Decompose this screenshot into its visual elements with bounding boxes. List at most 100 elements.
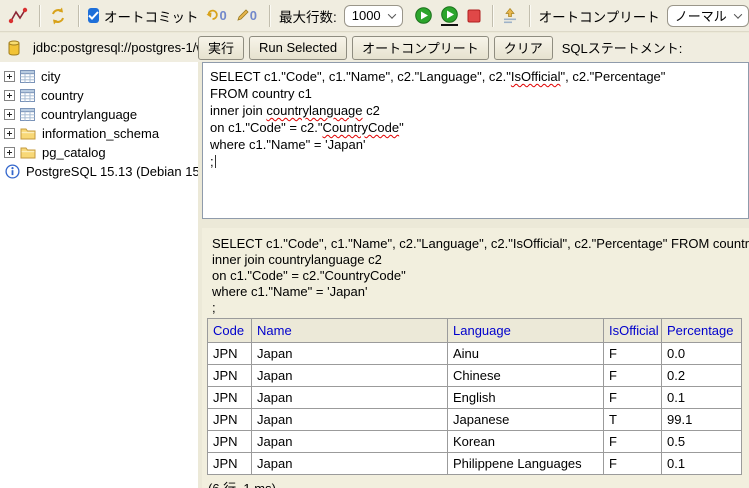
table-cell[interactable]: JPN: [208, 365, 252, 387]
table-cell[interactable]: JPN: [208, 387, 252, 409]
autocomplete-button[interactable]: オートコンプリート: [352, 36, 489, 60]
tree-item-label: PostgreSQL 15.13 (Debian 15.13: [26, 164, 198, 179]
table-cell[interactable]: Japan: [252, 387, 448, 409]
editor-line: where c1."Name" = 'Japan': [210, 136, 741, 153]
tree-item-postgresql-15-13-debian-15-13[interactable]: PostgreSQL 15.13 (Debian 15.13: [4, 162, 198, 181]
table-cell[interactable]: Korean: [448, 431, 604, 453]
table-cell[interactable]: JPN: [208, 409, 252, 431]
table-cell[interactable]: Japan: [252, 409, 448, 431]
reconnect-icon[interactable]: [49, 7, 67, 25]
autocomplete-label: オートコンプリート: [539, 6, 660, 26]
sql-editor[interactable]: SELECT c1."Code", c1."Name", c2."Languag…: [202, 62, 749, 219]
expand-icon[interactable]: [4, 71, 15, 82]
table-cell[interactable]: 0.5: [662, 431, 742, 453]
expand-icon[interactable]: [4, 109, 15, 120]
execute-selected-icon[interactable]: [441, 6, 458, 26]
table-row: JPNJapanPhilippene LanguagesF0.1: [208, 453, 742, 475]
expand-icon[interactable]: [4, 90, 15, 101]
table-cell[interactable]: 0.2: [662, 365, 742, 387]
table-cell[interactable]: JPN: [208, 453, 252, 475]
table-cell[interactable]: JPN: [208, 431, 252, 453]
expand-icon[interactable]: [4, 128, 15, 139]
undo-count-badge: 0: [220, 8, 227, 23]
table-cell[interactable]: Chinese: [448, 365, 604, 387]
right-panel: SELECT c1."Code", c1."Name", c2."Languag…: [202, 62, 749, 488]
column-header-code[interactable]: Code: [208, 319, 252, 343]
tree-item-label: information_schema: [42, 126, 159, 141]
toolbar-separator: [492, 5, 494, 27]
table-cell[interactable]: Ainu: [448, 343, 604, 365]
table-cell[interactable]: JPN: [208, 343, 252, 365]
execute-icon[interactable]: [415, 7, 432, 24]
clear-button[interactable]: クリア: [494, 36, 553, 60]
result-echo: SELECT c1."Code", c1."Name", c2."Languag…: [202, 228, 749, 316]
table-cell[interactable]: 0.0: [662, 343, 742, 365]
table-row: JPNJapanChineseF0.2: [208, 365, 742, 387]
table-cell[interactable]: F: [604, 343, 662, 365]
table-cell[interactable]: English: [448, 387, 604, 409]
column-header-name[interactable]: Name: [252, 319, 448, 343]
table-cell[interactable]: 99.1: [662, 409, 742, 431]
table-cell[interactable]: 0.1: [662, 453, 742, 475]
table-cell[interactable]: Japan: [252, 453, 448, 475]
echo-line: inner join countrylanguage c2: [212, 252, 749, 268]
table-row: JPNJapanKoreanF0.5: [208, 431, 742, 453]
connection-url-wrap: jdbc:postgresql://postgres-1/worl: [8, 40, 198, 56]
table-cell[interactable]: 0.1: [662, 387, 742, 409]
tree-item-city[interactable]: city: [4, 67, 198, 86]
tree-item-label: city: [41, 69, 61, 84]
db-tree: city countrycountrylanguage information_sc…: [0, 62, 198, 488]
echo-line: where c1."Name" = 'Japan': [212, 284, 749, 300]
info-icon: [5, 164, 20, 179]
chevron-down-icon: [387, 10, 395, 18]
result-header-row: CodeNameLanguageIsOfficialPercentage: [208, 319, 742, 343]
folder-icon: [20, 146, 36, 159]
connection-icon[interactable]: [8, 7, 28, 25]
tree-item-countrylanguage[interactable]: countrylanguage: [4, 105, 198, 124]
pending-edits-icon[interactable]: 0: [237, 8, 257, 23]
column-header-language[interactable]: Language: [448, 319, 604, 343]
main-toolbar: オートコミット 0 0 最大行数: 1000 オートコンプリート: [0, 0, 749, 32]
table-cell[interactable]: F: [604, 365, 662, 387]
autocommit-checkbox[interactable]: [88, 8, 99, 23]
table-cell[interactable]: F: [604, 453, 662, 475]
table-cell[interactable]: T: [604, 409, 662, 431]
table-cell[interactable]: Japan: [252, 343, 448, 365]
execute-button[interactable]: 実行: [198, 36, 244, 60]
tree-item-label: pg_catalog: [42, 145, 106, 160]
column-header-isofficial[interactable]: IsOfficial: [604, 319, 662, 343]
undo-count-icon[interactable]: 0: [206, 8, 227, 23]
format-sql-icon[interactable]: [502, 8, 518, 24]
run-selected-button[interactable]: Run Selected: [249, 36, 347, 60]
tree-item-information-schema[interactable]: information_schema: [4, 124, 198, 143]
tree-item-pg-catalog[interactable]: pg_catalog: [4, 143, 198, 162]
tree-item-country[interactable]: country: [4, 86, 198, 105]
misspelled-word: IsOfficial: [511, 69, 561, 84]
table-cell[interactable]: Japan: [252, 365, 448, 387]
table-cell[interactable]: Philippene Languages: [448, 453, 604, 475]
autocommit-label: オートコミット: [104, 6, 199, 26]
table-row: JPNJapanJapaneseT99.1: [208, 409, 742, 431]
echo-line: SELECT c1."Code", c1."Name", c2."Languag…: [212, 236, 749, 252]
chevron-down-icon: [734, 10, 742, 18]
misspelled-word: countrylanguage: [266, 103, 362, 118]
result-table-body: JPNJapanAinuF0.0JPNJapanChineseF0.2JPNJa…: [208, 343, 742, 475]
pending-edits-badge: 0: [250, 8, 257, 23]
table-cell[interactable]: F: [604, 431, 662, 453]
toolbar-separator: [269, 5, 271, 27]
sql-statement-label: SQLステートメント:: [562, 38, 683, 57]
autocomplete-select[interactable]: ノーマル: [667, 5, 749, 27]
editor-line: FROM country c1: [210, 85, 741, 102]
table-cell[interactable]: Japanese: [448, 409, 604, 431]
connection-bar: jdbc:postgresql://postgres-1/worl 実行 Run…: [0, 33, 749, 62]
table-cell[interactable]: F: [604, 387, 662, 409]
table-cell[interactable]: Japan: [252, 431, 448, 453]
toolbar-separator: [78, 5, 80, 27]
folder-icon: [20, 127, 36, 140]
stop-icon[interactable]: [467, 9, 481, 23]
toolbar-separator: [529, 5, 531, 27]
autocomplete-value: ノーマル: [675, 6, 727, 25]
max-rows-select[interactable]: 1000: [344, 5, 403, 27]
column-header-percentage[interactable]: Percentage: [662, 319, 742, 343]
expand-icon[interactable]: [4, 147, 15, 158]
